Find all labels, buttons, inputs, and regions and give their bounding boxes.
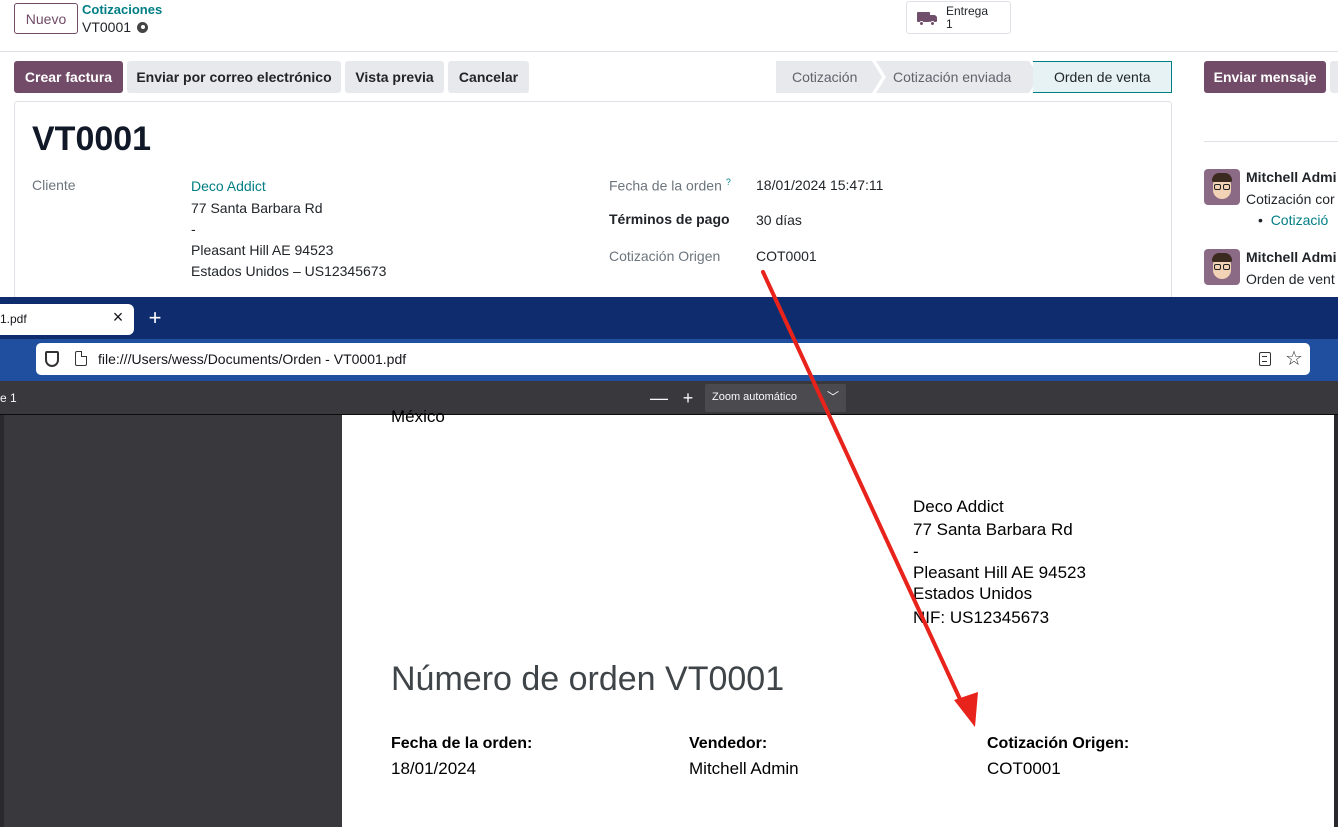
avatar[interactable] xyxy=(1204,249,1240,285)
message-author[interactable]: Mitchell Admi xyxy=(1246,169,1337,185)
page-indicator[interactable]: e 1 xyxy=(0,391,17,405)
gear-icon[interactable] xyxy=(137,21,149,33)
message-bullet-text[interactable]: Cotizació xyxy=(1271,212,1329,228)
url-text[interactable]: file:///Users/wess/Documents/Orden - VT0… xyxy=(98,351,406,367)
pdf-address-line: NIF: US12345673 xyxy=(913,608,1050,627)
payment-terms-value[interactable]: 30 días xyxy=(756,212,802,228)
pdf-viewer: México Deco Addict 77 Santa Barbara Rd -… xyxy=(0,407,1338,827)
message-body: Orden de vent xyxy=(1246,271,1335,287)
customer-address-line: 77 Santa Barbara Rd xyxy=(191,200,323,216)
zoom-out-button[interactable]: — xyxy=(648,387,670,409)
message-author[interactable]: Mitchell Admi xyxy=(1246,249,1337,265)
pdf-address-line: 77 Santa Barbara Rd xyxy=(913,520,1073,539)
pdf-address-line: Deco Addict xyxy=(913,497,1004,516)
browser-window: 1.pdf × + file:///Users/wess/Documents/O… xyxy=(0,297,1338,827)
form-sheet: VT0001 Cliente Deco Addict 77 Santa Barb… xyxy=(14,101,1172,297)
customer-name-link[interactable]: Deco Addict xyxy=(191,178,266,194)
pdf-address-line: - xyxy=(913,542,919,561)
zoom-select[interactable]: Zoom automático ﹀ xyxy=(705,384,846,412)
order-date-value[interactable]: 18/01/2024 15:47:11 xyxy=(756,177,883,193)
customer-label: Cliente xyxy=(32,177,76,193)
delivery-smart-button[interactable]: Entrega 1 xyxy=(906,1,1011,34)
pdf-field-value: Mitchell Admin xyxy=(689,759,799,778)
help-icon[interactable]: ? xyxy=(726,177,731,187)
chatter-divider xyxy=(1204,141,1338,142)
bullet-dot: • xyxy=(1258,212,1271,228)
tab-title: 1.pdf xyxy=(0,312,27,326)
control-panel: Nuevo Cotizaciones VT0001 Entrega 1 xyxy=(0,0,1338,52)
customer-address-line: Estados Unidos – US12345673 xyxy=(191,263,387,279)
status-bar: Cotización Cotización enviada Orden de v… xyxy=(776,61,1172,93)
truck-icon xyxy=(917,11,938,26)
send-email-button[interactable]: Enviar por correo electrónico xyxy=(127,61,341,93)
order-date-label: Fecha de la orden? xyxy=(609,177,731,194)
close-icon[interactable]: × xyxy=(109,307,127,328)
pdf-field-value: COT0001 xyxy=(987,759,1061,778)
chatter: Enviar mensaje Mitchell Admi Cotización … xyxy=(1172,52,1338,297)
zoom-select-value: Zoom automático xyxy=(712,391,797,403)
breadcrumb-current: VT0001 xyxy=(82,19,149,35)
preview-button[interactable]: Vista previa xyxy=(345,61,444,93)
url-bar[interactable]: file:///Users/wess/Documents/Orden - VT0… xyxy=(36,343,1310,375)
browser-tab[interactable]: 1.pdf × xyxy=(0,304,134,335)
odoo-form-view: Nuevo Cotizaciones VT0001 Entrega 1 Crea… xyxy=(0,0,1338,297)
delivery-count: 1 xyxy=(946,16,953,31)
origin-label: Cotización Origen xyxy=(609,248,721,264)
new-button[interactable]: Nuevo xyxy=(14,3,78,34)
delivery-smart-text: Entrega 1 xyxy=(946,3,989,31)
payment-terms-label: Términos de pago xyxy=(609,211,730,227)
cancel-button[interactable]: Cancelar xyxy=(448,61,529,93)
pdf-sidebar xyxy=(0,415,342,827)
log-note-button[interactable] xyxy=(1330,61,1338,93)
record-name: VT0001 xyxy=(32,120,152,158)
zoom-in-button[interactable]: + xyxy=(677,387,699,409)
stage-quotation-sent[interactable]: Cotización enviada xyxy=(876,61,1039,93)
breadcrumb-parent[interactable]: Cotizaciones xyxy=(82,2,162,17)
customer-address-line: - xyxy=(191,221,196,237)
stage-quotation[interactable]: Cotización xyxy=(776,61,882,93)
pdf-page: México Deco Addict 77 Santa Barbara Rd -… xyxy=(342,407,1334,827)
pdf-toolbar: e 1 — + Zoom automático ﹀ xyxy=(0,381,1338,415)
order-date-label-text: Fecha de la orden xyxy=(609,177,722,194)
pdf-order-title: Número de orden VT0001 xyxy=(391,660,785,698)
message-bullet: • Cotizació xyxy=(1258,212,1328,228)
create-invoice-button[interactable]: Crear factura xyxy=(14,61,123,93)
origin-value[interactable]: COT0001 xyxy=(756,248,817,264)
pdf-address-line: Pleasant Hill AE 94523 xyxy=(913,563,1086,582)
nav-bar: file:///Users/wess/Documents/Orden - VT0… xyxy=(0,339,1338,381)
pdf-field-label: Vendedor: xyxy=(689,735,768,752)
file-icon[interactable] xyxy=(75,351,87,366)
stage-sale-order[interactable]: Orden de venta xyxy=(1033,61,1172,93)
breadcrumb-current-label: VT0001 xyxy=(82,19,132,35)
star-icon[interactable]: ☆ xyxy=(1285,346,1303,371)
tab-bar: 1.pdf × + xyxy=(0,297,1338,339)
new-tab-button[interactable]: + xyxy=(145,305,165,331)
avatar[interactable] xyxy=(1204,169,1240,205)
pdf-address-line: Estados Unidos xyxy=(913,584,1033,603)
reader-view-icon[interactable] xyxy=(1259,352,1271,366)
sidebar-border xyxy=(0,415,4,827)
pdf-field-label: Cotización Origen: xyxy=(987,735,1130,752)
company-country: México xyxy=(391,407,445,426)
shield-icon[interactable] xyxy=(45,351,59,367)
chevron-down-icon: ﹀ xyxy=(827,390,840,404)
customer-address-line: Pleasant Hill AE 94523 xyxy=(191,242,334,258)
delivery-label: Entrega xyxy=(946,3,989,18)
pdf-field-value: 18/01/2024 xyxy=(391,759,477,778)
message-body: Cotización cor xyxy=(1246,191,1335,207)
pdf-field-label: Fecha de la orden: xyxy=(391,735,533,752)
send-message-button[interactable]: Enviar mensaje xyxy=(1204,61,1326,93)
